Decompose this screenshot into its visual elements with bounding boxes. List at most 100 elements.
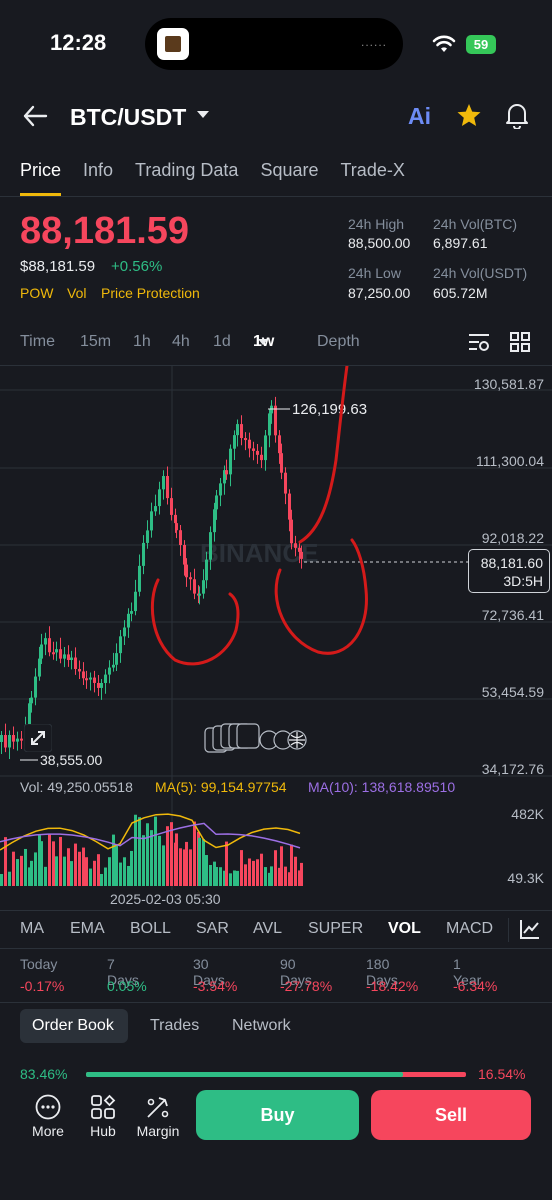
volume-bar <box>256 859 259 886</box>
volume-bar <box>108 857 111 886</box>
expand-icon[interactable] <box>24 724 52 752</box>
candle-body <box>248 439 251 449</box>
candle-countdown: 3D:5H <box>503 573 543 589</box>
price-chart[interactable]: BINANCE 126,199.63 38,555.00 <box>0 366 552 900</box>
hub-button[interactable]: Hub <box>80 1094 126 1139</box>
indicator-vol[interactable]: VOL <box>388 920 421 938</box>
volume-bar <box>209 865 212 886</box>
volume-bar <box>193 821 196 886</box>
perf-value-30d: -3.54% <box>193 978 238 994</box>
low-marker-label: 38,555.00 <box>40 752 102 768</box>
indicator-boll[interactable]: BOLL <box>130 920 171 938</box>
volume-bar <box>264 867 267 886</box>
buy-button[interactable]: Buy <box>196 1090 359 1140</box>
pair-title[interactable]: BTC/USDT <box>70 104 186 131</box>
tf-4h[interactable]: 4h <box>172 333 190 351</box>
candle-body <box>8 735 11 748</box>
candle-body <box>78 668 81 672</box>
tf-15m[interactable]: 15m <box>80 333 111 351</box>
star-icon[interactable] <box>456 103 482 128</box>
volume-bar <box>225 841 228 886</box>
more-button[interactable]: More <box>24 1094 72 1139</box>
volume-bar <box>150 830 153 886</box>
indicator-chart-icon[interactable] <box>519 918 541 940</box>
indicator-ma[interactable]: MA <box>20 920 44 938</box>
indicator-super[interactable]: SUPER <box>308 920 363 938</box>
clock: 12:28 <box>50 30 107 55</box>
island-indicator: ...... <box>361 35 388 49</box>
hub-label: Hub <box>90 1123 116 1139</box>
volume-bar <box>100 873 103 886</box>
volume-bar <box>179 848 182 886</box>
volume-bar <box>170 822 173 886</box>
candle-body <box>288 493 291 520</box>
volume-bar <box>294 856 297 886</box>
volume-bar <box>146 823 149 886</box>
volume-bar <box>202 839 205 886</box>
tab-network[interactable]: Network <box>232 1017 291 1035</box>
tab-square[interactable]: Square <box>260 160 318 196</box>
volume-bar <box>274 850 277 886</box>
caret-down-icon[interactable] <box>196 110 210 120</box>
candle-body <box>146 530 149 543</box>
indicator-sar[interactable]: SAR <box>196 920 229 938</box>
tag-price-protection[interactable]: Price Protection <box>101 285 200 301</box>
tf-time[interactable]: Time <box>20 333 55 351</box>
candle-body <box>225 470 228 475</box>
volume-bar <box>162 845 165 886</box>
tab-trading-data[interactable]: Trading Data <box>135 160 238 196</box>
volume-bar <box>189 849 192 886</box>
tag-pow[interactable]: POW <box>20 285 53 301</box>
indicator-avl[interactable]: AVL <box>253 920 282 938</box>
tf-1d[interactable]: 1d <box>213 333 231 351</box>
more-icon <box>35 1094 61 1120</box>
indicator-divider <box>0 948 552 949</box>
volume-bar <box>205 855 208 886</box>
drawing-tools-cluster[interactable] <box>203 722 313 754</box>
candle-body <box>93 677 96 683</box>
margin-button[interactable]: Margin <box>134 1094 182 1139</box>
tf-1h[interactable]: 1h <box>133 333 151 351</box>
candle-body <box>268 413 271 436</box>
back-arrow-icon[interactable] <box>22 104 48 128</box>
volume-bar <box>115 845 118 886</box>
volume-bar <box>270 866 273 886</box>
indicator-macd[interactable]: MACD <box>446 920 493 938</box>
volume-bar <box>63 856 66 886</box>
volume-bar <box>82 847 85 886</box>
candle-body <box>274 405 277 436</box>
indicator-ema[interactable]: EMA <box>70 920 105 938</box>
candle-body <box>67 654 70 661</box>
volume-bar <box>280 846 283 886</box>
volume-bar <box>112 834 115 886</box>
candle-body <box>20 738 23 741</box>
candle-body <box>44 638 47 645</box>
candle-body <box>74 657 77 669</box>
tab-price[interactable]: Price <box>20 160 62 196</box>
tf-caret-down-icon[interactable] <box>257 338 269 346</box>
low-label: 24h Low <box>348 265 401 281</box>
y-axis-label-3: 92,018.22 <box>481 530 544 546</box>
performance-divider <box>0 1002 552 1003</box>
tab-trades[interactable]: Trades <box>150 1017 199 1035</box>
tf-depth[interactable]: Depth <box>317 333 360 351</box>
bell-icon[interactable] <box>505 102 529 129</box>
volume-bar <box>240 850 243 886</box>
volume-bar <box>290 844 293 886</box>
tag-vol[interactable]: Vol <box>67 285 86 301</box>
overlay-stack-icon <box>204 723 307 753</box>
candle-body <box>189 577 192 580</box>
tab-order-book[interactable]: Order Book <box>32 1017 114 1035</box>
ai-button[interactable]: Ai <box>408 103 431 130</box>
tab-trade-x[interactable]: Trade-X <box>340 160 404 196</box>
grid-layout-icon[interactable] <box>510 332 530 352</box>
current-price-tag[interactable]: 88,181.60 3D:5H <box>468 549 550 593</box>
perf-value-90d: -27.78% <box>280 978 333 994</box>
sell-button[interactable]: Sell <box>371 1090 531 1140</box>
candle-body <box>12 735 15 742</box>
chart-settings-icon[interactable] <box>468 332 490 352</box>
candle-body <box>236 424 239 436</box>
volume-bar <box>236 870 239 886</box>
tab-info[interactable]: Info <box>83 160 113 196</box>
candle-body <box>170 498 173 515</box>
